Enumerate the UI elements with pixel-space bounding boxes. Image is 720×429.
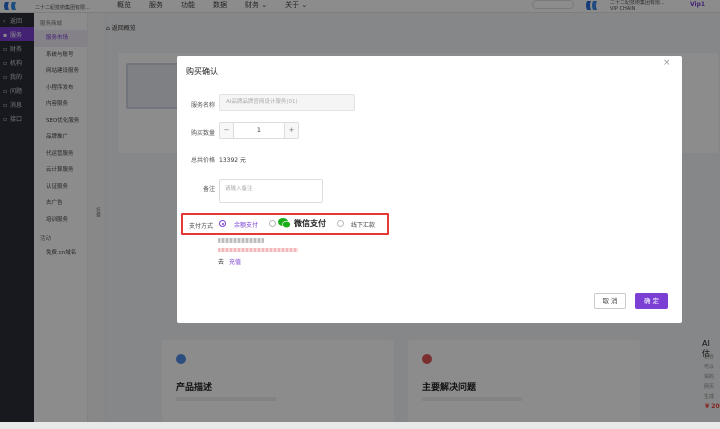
browser-taskbar [0,422,720,429]
quantity-stepper: − 1 + [219,122,299,139]
confirm-button[interactable]: 确 定 [635,293,668,309]
payment-option-wechat[interactable]: 微信支付 [294,218,326,229]
recharge-link[interactable]: 充值 [229,257,241,266]
increment-button[interactable]: + [285,123,298,138]
payment-method-label: 支付方式 [189,223,214,230]
wechat-pay-icon [278,218,291,229]
payment-option-offline[interactable]: 线下汇款 [351,220,375,229]
total-price-value: 13392 元 [219,157,246,164]
close-icon[interactable]: × [663,58,671,68]
payment-option-balance[interactable]: 余额支付 [234,220,258,229]
service-name-field: AI品牌品牌官网设计服务(01) [219,94,355,111]
purchase-confirm-dialog: 购买确认 × 服务名称 AI品牌品牌官网设计服务(01) 购买数量 − 1 + … [177,56,682,323]
decrement-button[interactable]: − [220,123,233,138]
payment-method-row: 支付方式 余额支付 微信支付 线下汇款 [181,213,389,235]
radio-balance[interactable] [219,220,226,227]
go-text: 去 [218,259,225,266]
note-label: 备注 [202,186,215,193]
redacted-balance [218,238,264,243]
dialog-title: 购买确认 [186,67,218,76]
total-price-label: 总共价格 [190,157,215,164]
radio-offline[interactable] [337,220,344,227]
note-textarea[interactable]: 请输入备注 [219,179,323,203]
cancel-button[interactable]: 取 消 [594,293,626,309]
service-name-label: 服务名称 [190,102,215,109]
redacted-warning [218,248,298,252]
quantity-input[interactable]: 1 [233,123,285,138]
quantity-label: 购买数量 [190,130,215,137]
radio-wechat[interactable] [269,220,276,227]
